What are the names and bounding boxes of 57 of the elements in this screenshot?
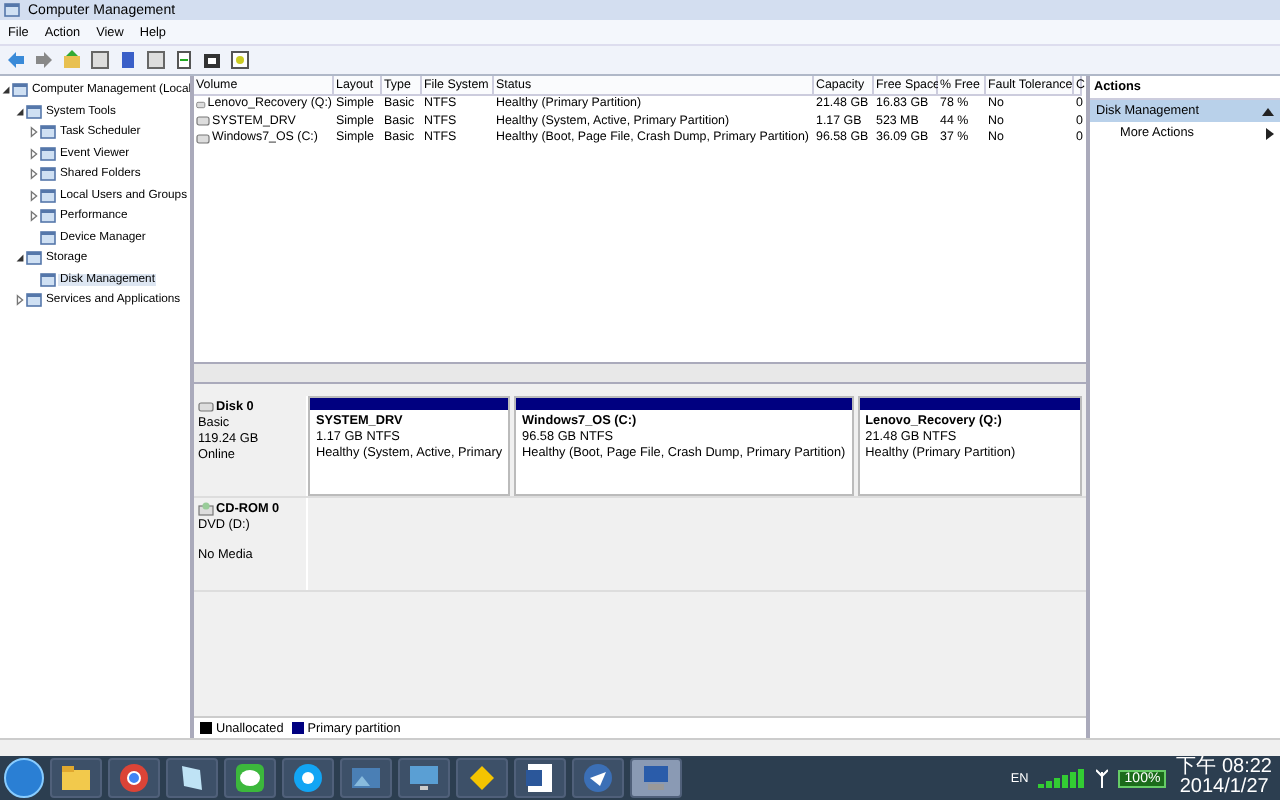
tree-item-icon — [12, 82, 28, 99]
folder-icon — [60, 762, 92, 794]
console-tree-button[interactable] — [88, 48, 112, 72]
collapsed-arrow-icon[interactable] — [28, 210, 40, 223]
collapsed-arrow-icon[interactable] — [14, 294, 26, 307]
monitor-icon — [408, 762, 440, 794]
picture-icon — [350, 762, 382, 794]
taskbar-button[interactable] — [166, 758, 218, 798]
collapsed-arrow-icon[interactable] — [28, 147, 40, 160]
help-button[interactable] — [116, 48, 140, 72]
tree-item-icon — [26, 103, 42, 120]
forward-button[interactable] — [32, 48, 56, 72]
submenu-arrow-icon — [1266, 127, 1274, 139]
mail-icon — [582, 762, 614, 794]
computer-icon — [640, 762, 672, 794]
collapsed-arrow-icon[interactable] — [28, 126, 40, 139]
start-button[interactable] — [4, 758, 44, 798]
collapsed-arrow-icon[interactable] — [28, 189, 40, 202]
back-button[interactable] — [4, 48, 28, 72]
taskbar-button[interactable] — [282, 758, 334, 798]
document-icon — [524, 762, 556, 794]
antenna-icon[interactable] — [1096, 768, 1109, 788]
chat-icon — [234, 762, 266, 794]
tree-item-icon — [40, 208, 56, 225]
expanded-arrow-icon[interactable] — [14, 252, 26, 265]
tree-item-icon — [40, 271, 56, 288]
properties-button[interactable] — [200, 48, 224, 72]
tree-item-icon — [40, 187, 56, 204]
folder-up-button[interactable] — [60, 48, 84, 72]
expanded-arrow-icon[interactable] — [14, 105, 26, 118]
drive-icon — [198, 402, 214, 412]
action-pane-button[interactable] — [144, 48, 168, 72]
tree-item-icon — [26, 250, 42, 267]
collapsed-arrow-icon[interactable] — [28, 168, 40, 181]
taskbar-button[interactable] — [340, 758, 392, 798]
call-icon — [292, 762, 324, 794]
taskbar-button[interactable] — [50, 758, 102, 798]
clock[interactable]: 下午 08:22 2014/1/27 — [1176, 758, 1272, 798]
taskbar-button[interactable] — [514, 758, 566, 798]
taskbar-button[interactable] — [224, 758, 276, 798]
expanded-arrow-icon[interactable] — [0, 84, 12, 97]
tree-item-icon — [40, 124, 56, 141]
refresh-button[interactable] — [228, 48, 252, 72]
tree-item-icon — [40, 229, 56, 246]
tree-item-icon — [40, 166, 56, 183]
notebook-icon — [176, 762, 208, 794]
collapse-icon — [1262, 106, 1274, 116]
globe-icon — [118, 762, 150, 794]
export-button[interactable] — [172, 48, 196, 72]
optical-drive-icon — [198, 502, 214, 516]
tree-item-icon — [40, 145, 56, 162]
taskbar-button[interactable] — [456, 758, 508, 798]
signal-bars-icon[interactable] — [1038, 768, 1087, 788]
tree-item-icon — [26, 292, 42, 309]
tag-icon — [466, 762, 498, 794]
taskbar-button[interactable] — [108, 758, 160, 798]
taskbar-button[interactable] — [572, 758, 624, 798]
